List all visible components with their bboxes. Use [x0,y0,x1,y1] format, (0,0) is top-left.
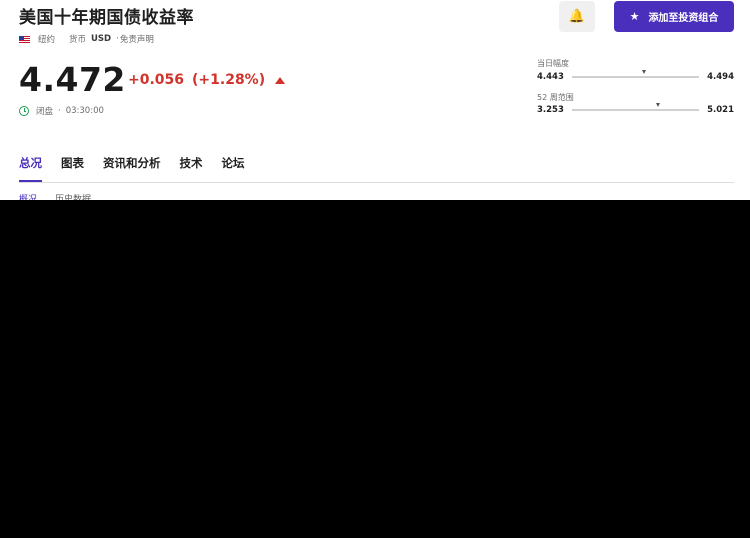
week52-range-label: 52 周范围 [537,93,574,102]
change-percent: (+1.28%) [192,72,266,88]
tab-overview[interactable]: 总况 [19,155,42,182]
main-tabs: 总况 图表 资讯和分析 技术 论坛 [19,155,734,183]
up-arrow-icon [275,76,286,84]
week52-range-track [572,103,699,111]
week52-range-high: 5.021 [707,105,734,115]
instrument-meta: 纽约 货币 USD · 免责声明 [19,33,154,45]
exchange-location: 纽约 [38,35,56,45]
day-range: 4.443 4.494 [537,70,734,83]
blank-area [0,200,750,538]
day-range-marker [641,70,646,74]
tab-forum[interactable]: 论坛 [222,155,245,181]
currency-code: USD [91,34,112,44]
add-to-portfolio-label: 添加至投资组合 [648,13,719,24]
currency-label: 货币 [69,35,87,45]
week52-range: 3.253 5.021 [537,103,734,116]
tab-news-analysis[interactable]: 资讯和分析 [103,155,161,181]
clock-icon [19,106,29,116]
sub-tabs: 概况 历史数据 [19,192,91,200]
us-flag-icon [19,35,30,43]
subtab-overview[interactable]: 概况 [19,192,37,200]
price-change: +0.056 (+1.28%) [128,72,286,88]
instrument-title: 美国十年期国债收益率 [19,8,194,28]
day-range-low: 4.443 [537,72,564,82]
market-status: 闭盘 · 03:30:00 [19,105,104,117]
star-icon: ★ [629,10,640,23]
meta-separator: · [116,34,119,44]
add-to-portfolio-button[interactable]: ★ 添加至投资组合 [614,1,734,32]
market-status-text: 闭盘 [36,107,54,117]
day-range-track [572,70,699,78]
add-alert-button[interactable]: 🔔 [559,1,595,32]
tab-chart[interactable]: 图表 [61,155,84,181]
week52-range-low: 3.253 [537,105,564,115]
last-price: 4.472 [19,60,126,99]
day-range-high: 4.494 [707,72,734,82]
disclaimer-link[interactable]: 免责声明 [120,33,154,45]
day-range-label: 当日幅度 [537,59,569,68]
change-value: +0.056 [128,72,185,88]
week52-range-marker [655,103,660,107]
status-separator: · [58,106,61,116]
bell-plus-icon: 🔔 [568,9,586,24]
instrument-overview-card: 美国十年期国债收益率 纽约 货币 USD · 免责声明 4.472 +0.056… [0,0,750,200]
quote-time: 03:30:00 [65,106,104,116]
tab-technical[interactable]: 技术 [180,155,203,181]
subtab-historical-data[interactable]: 历史数据 [55,192,91,200]
